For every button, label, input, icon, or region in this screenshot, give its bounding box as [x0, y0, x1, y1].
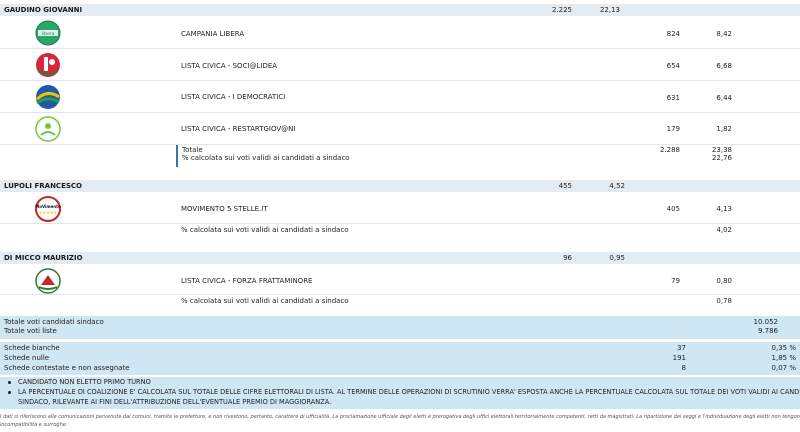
total-label: Totale: [182, 146, 203, 154]
movimento5stelle-logo: MoVimento ★★★★★: [33, 195, 63, 223]
ballot-label: Schede nulle: [4, 354, 50, 362]
ballot-label: Schede contestate e non assegnate: [4, 364, 130, 372]
footer-line: incompatibilità e surroghe.: [0, 422, 68, 428]
candidate-name: LUPOLI FRANCESCO: [4, 182, 82, 190]
bullet-icon: [8, 381, 11, 384]
list-name: LISTA CIVICA - I DEMOCRATICI: [181, 93, 286, 101]
note-text: LA PERCENTUALE DI COALIZIONE E' CALCOLAT…: [18, 388, 800, 396]
coalition-pct-label: % calcolata sui voti validi ai candidati…: [181, 226, 349, 234]
list-votes: 824: [666, 30, 680, 38]
candidate-votes: 96: [563, 254, 572, 262]
summary-totals: Totale voti candidati sindaco 10.052 Tot…: [0, 316, 800, 339]
forza-frattaminore-logo: [33, 267, 63, 295]
list-percentage: 6,68: [716, 62, 732, 70]
bullet-icon: [8, 391, 11, 394]
ballot-value: 191: [672, 354, 686, 362]
list-votes: 654: [666, 62, 680, 70]
candidate-votes: 455: [558, 182, 572, 190]
restartgiovani-logo: [33, 115, 63, 143]
list-row: LISTA CIVICA - RESTARTGIOV@NI 179 1,82: [0, 113, 800, 145]
democratici-logo: [33, 83, 63, 111]
list-name: CAMPANIA LIBERA: [181, 30, 245, 38]
list-percentage: 0,80: [716, 277, 732, 285]
candidate-percentage: 0,95: [609, 254, 625, 262]
note-text: CANDIDATO NON ELETTO PRIMO TURNO: [18, 378, 151, 386]
candidate-votes: 2.225: [551, 6, 572, 14]
list-percentage: 8,42: [716, 30, 732, 38]
list-percentage: 4,13: [716, 205, 732, 213]
candidate-header: LUPOLI FRANCESCO 455 4,52: [0, 180, 800, 192]
total-votes: 2.288: [659, 146, 680, 154]
ballot-label: Schede bianche: [4, 344, 60, 352]
list-votes: 405: [666, 205, 680, 213]
ballot-percentage: 0,35 %: [771, 344, 796, 352]
footer-disclaimer: I dati si riferiscono alle comunicazioni…: [0, 413, 800, 429]
ballot-value: 37: [677, 344, 686, 352]
list-row: libera CAMPANIA LIBERA 824 8,42: [0, 18, 800, 49]
notes-box: CANDIDATO NON ELETTO PRIMO TURNO LA PERC…: [0, 377, 800, 409]
candidate-name: GAUDINO GIOVANNI: [4, 6, 83, 14]
summary-ballots: Schede bianche 37 0,35 % Schede nulle 19…: [0, 342, 800, 375]
ballot-percentage: 1,85 %: [771, 354, 796, 362]
svg-text:libera: libera: [42, 31, 55, 37]
total-percentage: 23,38: [711, 146, 732, 154]
summary-label: Totale voti liste: [4, 327, 57, 335]
svg-text:★★★★★: ★★★★★: [39, 210, 57, 215]
coalition-pct-value: 4,02: [716, 226, 732, 234]
list-row: MoVimento ★★★★★ MOVIMENTO 5 STELLE.IT 40…: [0, 194, 800, 224]
summary-label: Totale voti candidati sindaco: [4, 318, 104, 326]
summary-value: 9.786: [757, 327, 778, 335]
list-votes: 79: [671, 277, 680, 285]
list-row: LISTA CIVICA - SOCI@LIDEA 654 6,68: [0, 49, 800, 81]
candidate-header: GAUDINO GIOVANNI 2.225 22,13: [0, 4, 800, 16]
list-name: LISTA CIVICA - RESTARTGIOV@NI: [181, 125, 296, 133]
candidate-percentage: 4,52: [609, 182, 625, 190]
candidate-name: DI MICCO MAURIZIO: [4, 254, 83, 262]
list-name: LISTA CIVICA - FORZA FRATTAMINORE: [181, 277, 313, 285]
list-name: LISTA CIVICA - SOCI@LIDEA: [181, 62, 278, 70]
svg-text:MoVimento: MoVimento: [35, 204, 61, 209]
candidate-percentage: 22,13: [599, 6, 620, 14]
list-row: LISTA CIVICA - I DEMOCRATICI 631 6,44: [0, 81, 800, 113]
note-text: SINDACO, RILEVANTE AI FINI DELL'ATTRIBUZ…: [18, 398, 332, 406]
coalition-pct-value: 0,78: [716, 297, 732, 305]
candidate-header: DI MICCO MAURIZIO 96 0,95: [0, 252, 800, 264]
footer-line: I dati si riferiscono alle comunicazioni…: [0, 414, 800, 420]
coalition-pct-label: % calcolata sui voti validi ai candidati…: [181, 297, 349, 305]
ballot-percentage: 0,07 %: [771, 364, 796, 372]
ballot-value: 8: [681, 364, 686, 372]
list-percentage: 6,44: [716, 94, 732, 102]
list-votes: 631: [666, 94, 680, 102]
list-percentage: 1,82: [716, 125, 732, 133]
list-votes: 179: [666, 125, 680, 133]
campania-libera-logo: libera: [33, 19, 63, 47]
list-name: MOVIMENTO 5 STELLE.IT: [181, 205, 268, 213]
coalition-pct-value: 22,76: [711, 154, 732, 162]
list-row: LISTA CIVICA - FORZA FRATTAMINORE 79 0,8…: [0, 266, 800, 295]
coalition-pct-label: % calcolata sui voti validi ai candidati…: [182, 154, 350, 162]
summary-value: 10.052: [753, 318, 779, 326]
socialidea-logo: [33, 51, 63, 79]
